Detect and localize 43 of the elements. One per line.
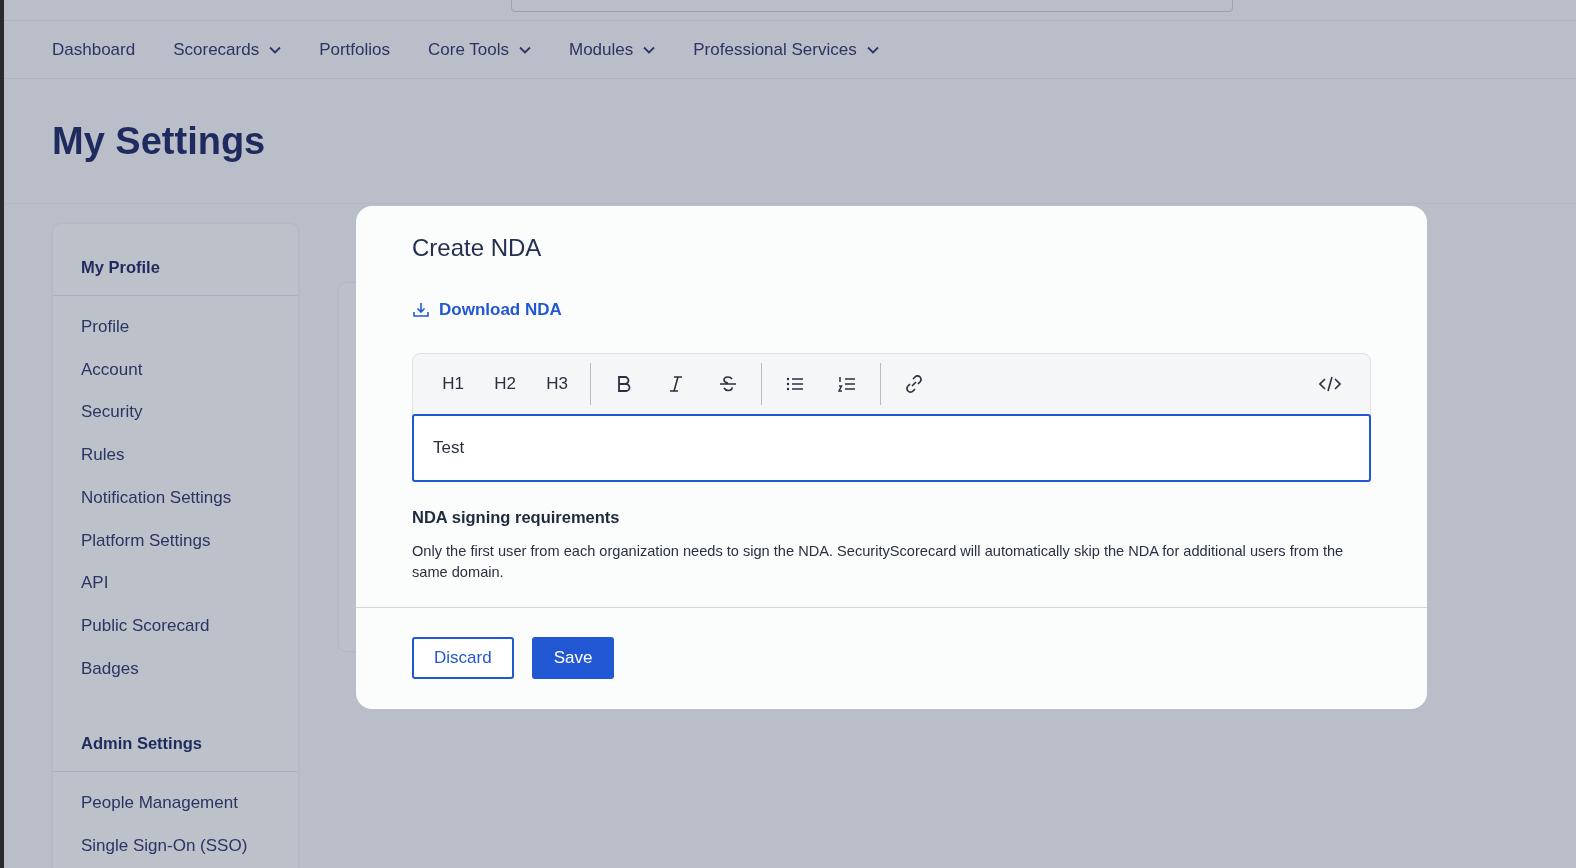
editor-field[interactable]: Test xyxy=(412,414,1371,482)
sidebar-item[interactable]: Rules xyxy=(53,434,298,477)
nav-link[interactable]: Dashboard xyxy=(52,39,136,60)
sidebar-item[interactable]: Single Sign-On (SSO) xyxy=(53,825,298,868)
sidebar-item[interactable]: Notification Settings xyxy=(53,476,298,520)
sidebar-item[interactable]: Platform Settings xyxy=(53,519,298,563)
nav-link[interactable]: Scorecards xyxy=(173,39,282,60)
bold-icon xyxy=(616,375,632,393)
modal-title: Create NDA xyxy=(412,234,543,262)
discard-button[interactable]: Discard xyxy=(412,637,514,679)
nav-link[interactable]: Portfolios xyxy=(319,39,391,60)
sidebar-item[interactable]: Profile xyxy=(53,306,298,349)
sidebar-item[interactable]: People Management xyxy=(53,782,298,826)
editor-text: Test xyxy=(433,438,465,457)
save-button[interactable]: Save xyxy=(531,637,615,679)
nav-link[interactable]: Core Tools xyxy=(428,39,531,60)
nav-link[interactable]: Professional Services xyxy=(693,39,879,60)
numbered-list-icon xyxy=(838,376,856,392)
sidebar-heading: My Profile xyxy=(81,258,160,276)
page-title: My Settings xyxy=(52,119,266,163)
sidebar-item[interactable]: Account xyxy=(53,348,298,392)
sidebar-item[interactable]: Public Scorecard xyxy=(53,604,298,648)
link-icon xyxy=(904,374,924,394)
strikethrough-icon xyxy=(719,375,737,393)
chevron-down-icon xyxy=(643,45,656,54)
heading-button[interactable]: H2 xyxy=(479,364,531,404)
requirements-text: Only the first user from each organization needs to sign the NDA. SecurityScorecard will automatically skip the NDA for additional users from the same domain. xyxy=(412,542,1345,582)
bullet-list-icon xyxy=(786,377,804,391)
code-icon xyxy=(1319,376,1341,392)
heading-button[interactable]: H3 xyxy=(531,364,583,404)
sidebar-item[interactable]: API xyxy=(53,562,298,605)
chevron-down-icon xyxy=(269,45,282,54)
sidebar-heading: Admin Settings xyxy=(81,734,202,753)
download-link[interactable]: Download NDA xyxy=(412,300,562,320)
sidebar-item[interactable]: Badges xyxy=(53,647,298,691)
chevron-down-icon xyxy=(519,45,531,54)
italic-icon xyxy=(668,375,684,393)
chevron-down-icon xyxy=(866,45,879,54)
heading-button[interactable]: H1 xyxy=(427,364,479,404)
download-icon xyxy=(412,301,430,319)
sidebar-item[interactable]: Security xyxy=(53,391,298,435)
section-heading: NDA signing requirements xyxy=(412,508,621,527)
nav-link[interactable]: Modules xyxy=(569,39,656,60)
